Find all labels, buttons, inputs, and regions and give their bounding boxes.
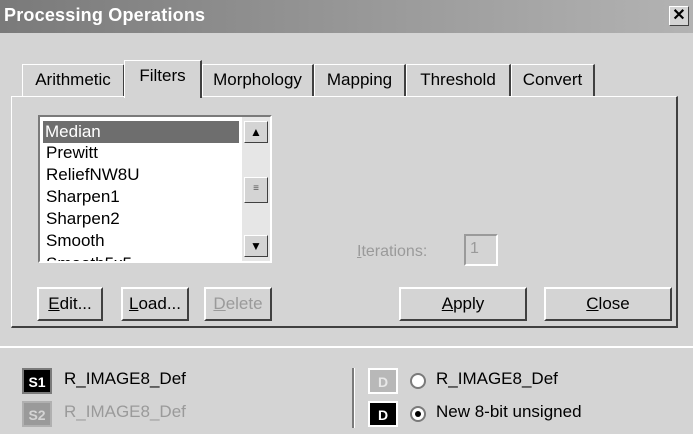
- list-scrollbar[interactable]: ▲ ≡ ▼: [242, 117, 270, 261]
- delete-button[interactable]: Delete: [204, 287, 272, 321]
- scroll-up-icon[interactable]: ▲: [244, 121, 268, 143]
- filter-listbox[interactable]: Median Prewitt ReliefNW8U Sharpen1 Sharp…: [38, 115, 272, 263]
- radio-selected-dot: [415, 411, 421, 417]
- source2-icon[interactable]: S2: [22, 401, 52, 427]
- dest-existing-radio[interactable]: [410, 373, 426, 389]
- list-item[interactable]: Median: [43, 121, 239, 143]
- scroll-thumb[interactable]: ≡: [244, 177, 268, 203]
- dest-existing-label: R_IMAGE8_Def: [436, 369, 558, 388]
- list-item[interactable]: Prewitt: [44, 142, 240, 164]
- source1-icon[interactable]: S1: [22, 368, 52, 394]
- source1-label: R_IMAGE8_Def: [64, 369, 186, 388]
- title-bar[interactable]: Processing Operations ✕: [0, 0, 693, 33]
- dest-new-label: New 8-bit unsigned: [436, 402, 582, 421]
- list-item[interactable]: Smooth: [44, 230, 240, 252]
- iterations-field[interactable]: 1: [464, 234, 498, 266]
- tab-convert[interactable]: Convert: [511, 64, 595, 96]
- tab-threshold[interactable]: Threshold: [406, 64, 511, 96]
- list-item[interactable]: ReliefNW8U: [44, 164, 240, 186]
- tab-mapping[interactable]: Mapping: [314, 64, 406, 96]
- scroll-down-icon[interactable]: ▼: [244, 235, 268, 257]
- list-item[interactable]: Sharpen1: [44, 186, 240, 208]
- window-title: Processing Operations: [4, 5, 206, 25]
- tab-arithmetic[interactable]: Arithmetic: [22, 64, 125, 96]
- divider: [352, 368, 355, 428]
- dest-new-radio[interactable]: [410, 406, 426, 422]
- dest-new-icon[interactable]: D: [368, 401, 398, 427]
- close-button[interactable]: Close: [544, 287, 672, 321]
- list-item[interactable]: Smooth5x5: [44, 253, 240, 261]
- load-button[interactable]: Load...: [121, 287, 189, 321]
- list-item[interactable]: Sharpen2: [44, 208, 240, 230]
- close-icon[interactable]: ✕: [669, 6, 689, 26]
- dest-existing-icon[interactable]: D: [368, 368, 398, 394]
- source2-label: R_IMAGE8_Def: [64, 402, 186, 421]
- tab-filters[interactable]: Filters: [124, 60, 202, 98]
- tab-morphology[interactable]: Morphology: [202, 64, 314, 96]
- apply-button[interactable]: Apply: [399, 287, 527, 321]
- edit-button[interactable]: Edit...: [37, 287, 103, 321]
- iterations-label: Iterations:: [357, 243, 428, 260]
